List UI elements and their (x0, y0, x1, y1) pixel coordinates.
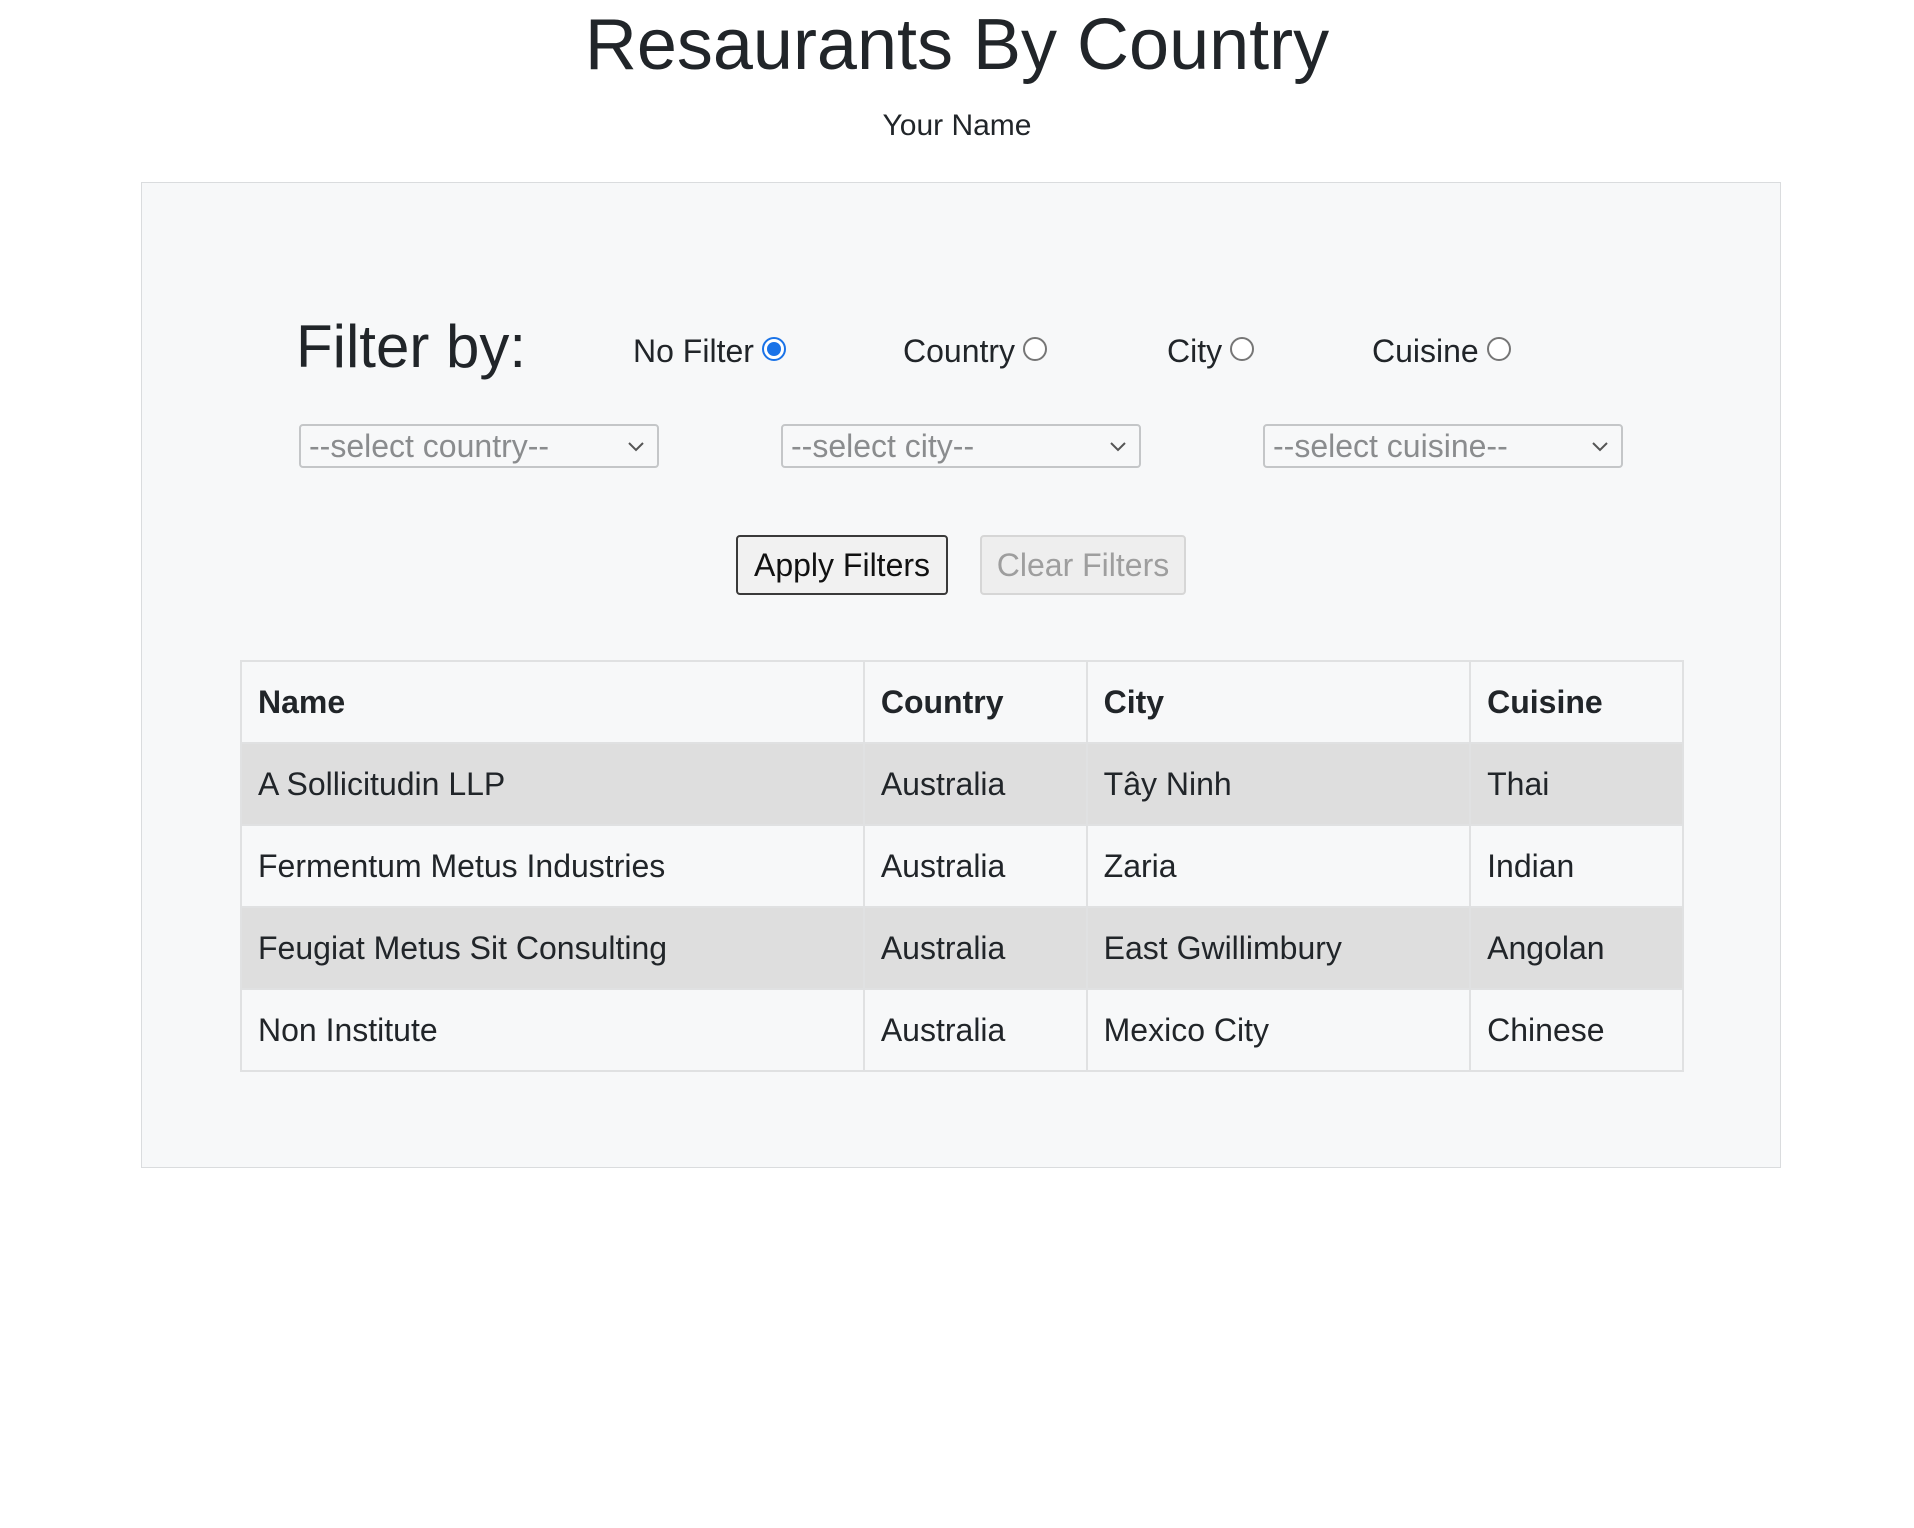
cell-city: Tây Ninh (1085, 742, 1472, 826)
city-select[interactable]: --select city-- (781, 424, 1141, 468)
cell-name: Fermentum Metus Industries (240, 824, 865, 908)
radio-city[interactable]: City (1167, 329, 1255, 373)
table-row: Fermentum Metus Industries Australia Zar… (240, 824, 1684, 908)
radio-city-label: City (1167, 333, 1223, 369)
chevron-down-icon (628, 442, 644, 452)
chevron-down-icon (1110, 442, 1126, 452)
apply-filters-button[interactable]: Apply Filters (736, 535, 948, 595)
cuisine-select[interactable]: --select cuisine-- (1263, 424, 1623, 468)
filter-heading: Filter by: (296, 313, 527, 380)
page: Resaurants By Country Your Name Filter b… (0, 0, 1914, 1528)
cell-country: Australia (862, 906, 1088, 990)
cell-country: Australia (862, 988, 1088, 1072)
table-row: Feugiat Metus Sit Consulting Australia E… (240, 906, 1684, 990)
clear-filters-button[interactable]: Clear Filters (980, 535, 1186, 595)
table-row: A Sollicitudin LLP Australia Tây Ninh Th… (240, 742, 1684, 826)
radio-cuisine-label: Cuisine (1372, 333, 1479, 369)
page-subtitle: Your Name (882, 109, 1032, 142)
restaurants-table: Name Country City Cuisine A Sollicitudin… (240, 660, 1684, 1072)
city-select-value: --select city-- (791, 427, 975, 464)
header-country: Country (862, 660, 1088, 744)
cuisine-select-value: --select cuisine-- (1273, 427, 1508, 464)
cell-cuisine: Indian (1469, 824, 1684, 908)
radio-cuisine-button[interactable] (1486, 337, 1511, 361)
cell-country: Australia (862, 742, 1088, 826)
cell-city: Zaria (1085, 824, 1472, 908)
radio-city-button[interactable] (1230, 337, 1255, 361)
radio-no-filter-button[interactable] (761, 337, 786, 361)
header-city: City (1085, 660, 1472, 744)
cell-city: Mexico City (1085, 988, 1472, 1072)
table-header-row: Name Country City Cuisine (240, 660, 1684, 744)
header-cuisine: Cuisine (1469, 660, 1684, 744)
cell-cuisine: Thai (1469, 742, 1684, 826)
radio-no-filter[interactable]: No Filter (633, 329, 786, 373)
country-select-value: --select country-- (309, 427, 550, 464)
cell-city: East Gwillimbury (1085, 906, 1472, 990)
radio-country-label: Country (903, 333, 1016, 369)
header-name: Name (240, 660, 865, 744)
cell-name: A Sollicitudin LLP (240, 742, 865, 826)
country-select[interactable]: --select country-- (299, 424, 659, 468)
cell-name: Feugiat Metus Sit Consulting (240, 906, 865, 990)
table-row: Non Institute Australia Mexico City Chin… (240, 988, 1684, 1072)
radio-cuisine[interactable]: Cuisine (1372, 329, 1511, 373)
cell-cuisine: Chinese (1469, 988, 1684, 1072)
radio-country-button[interactable] (1023, 337, 1048, 361)
cell-name: Non Institute (240, 988, 865, 1072)
cell-country: Australia (862, 824, 1088, 908)
cell-cuisine: Angolan (1469, 906, 1684, 990)
radio-no-filter-label: No Filter (633, 333, 754, 369)
chevron-down-icon (1592, 442, 1608, 452)
radio-country[interactable]: Country (903, 329, 1048, 373)
page-title: Resaurants By Country (584, 5, 1330, 85)
filter-panel: Filter by: No Filter Country City Cuisin… (141, 182, 1781, 1168)
